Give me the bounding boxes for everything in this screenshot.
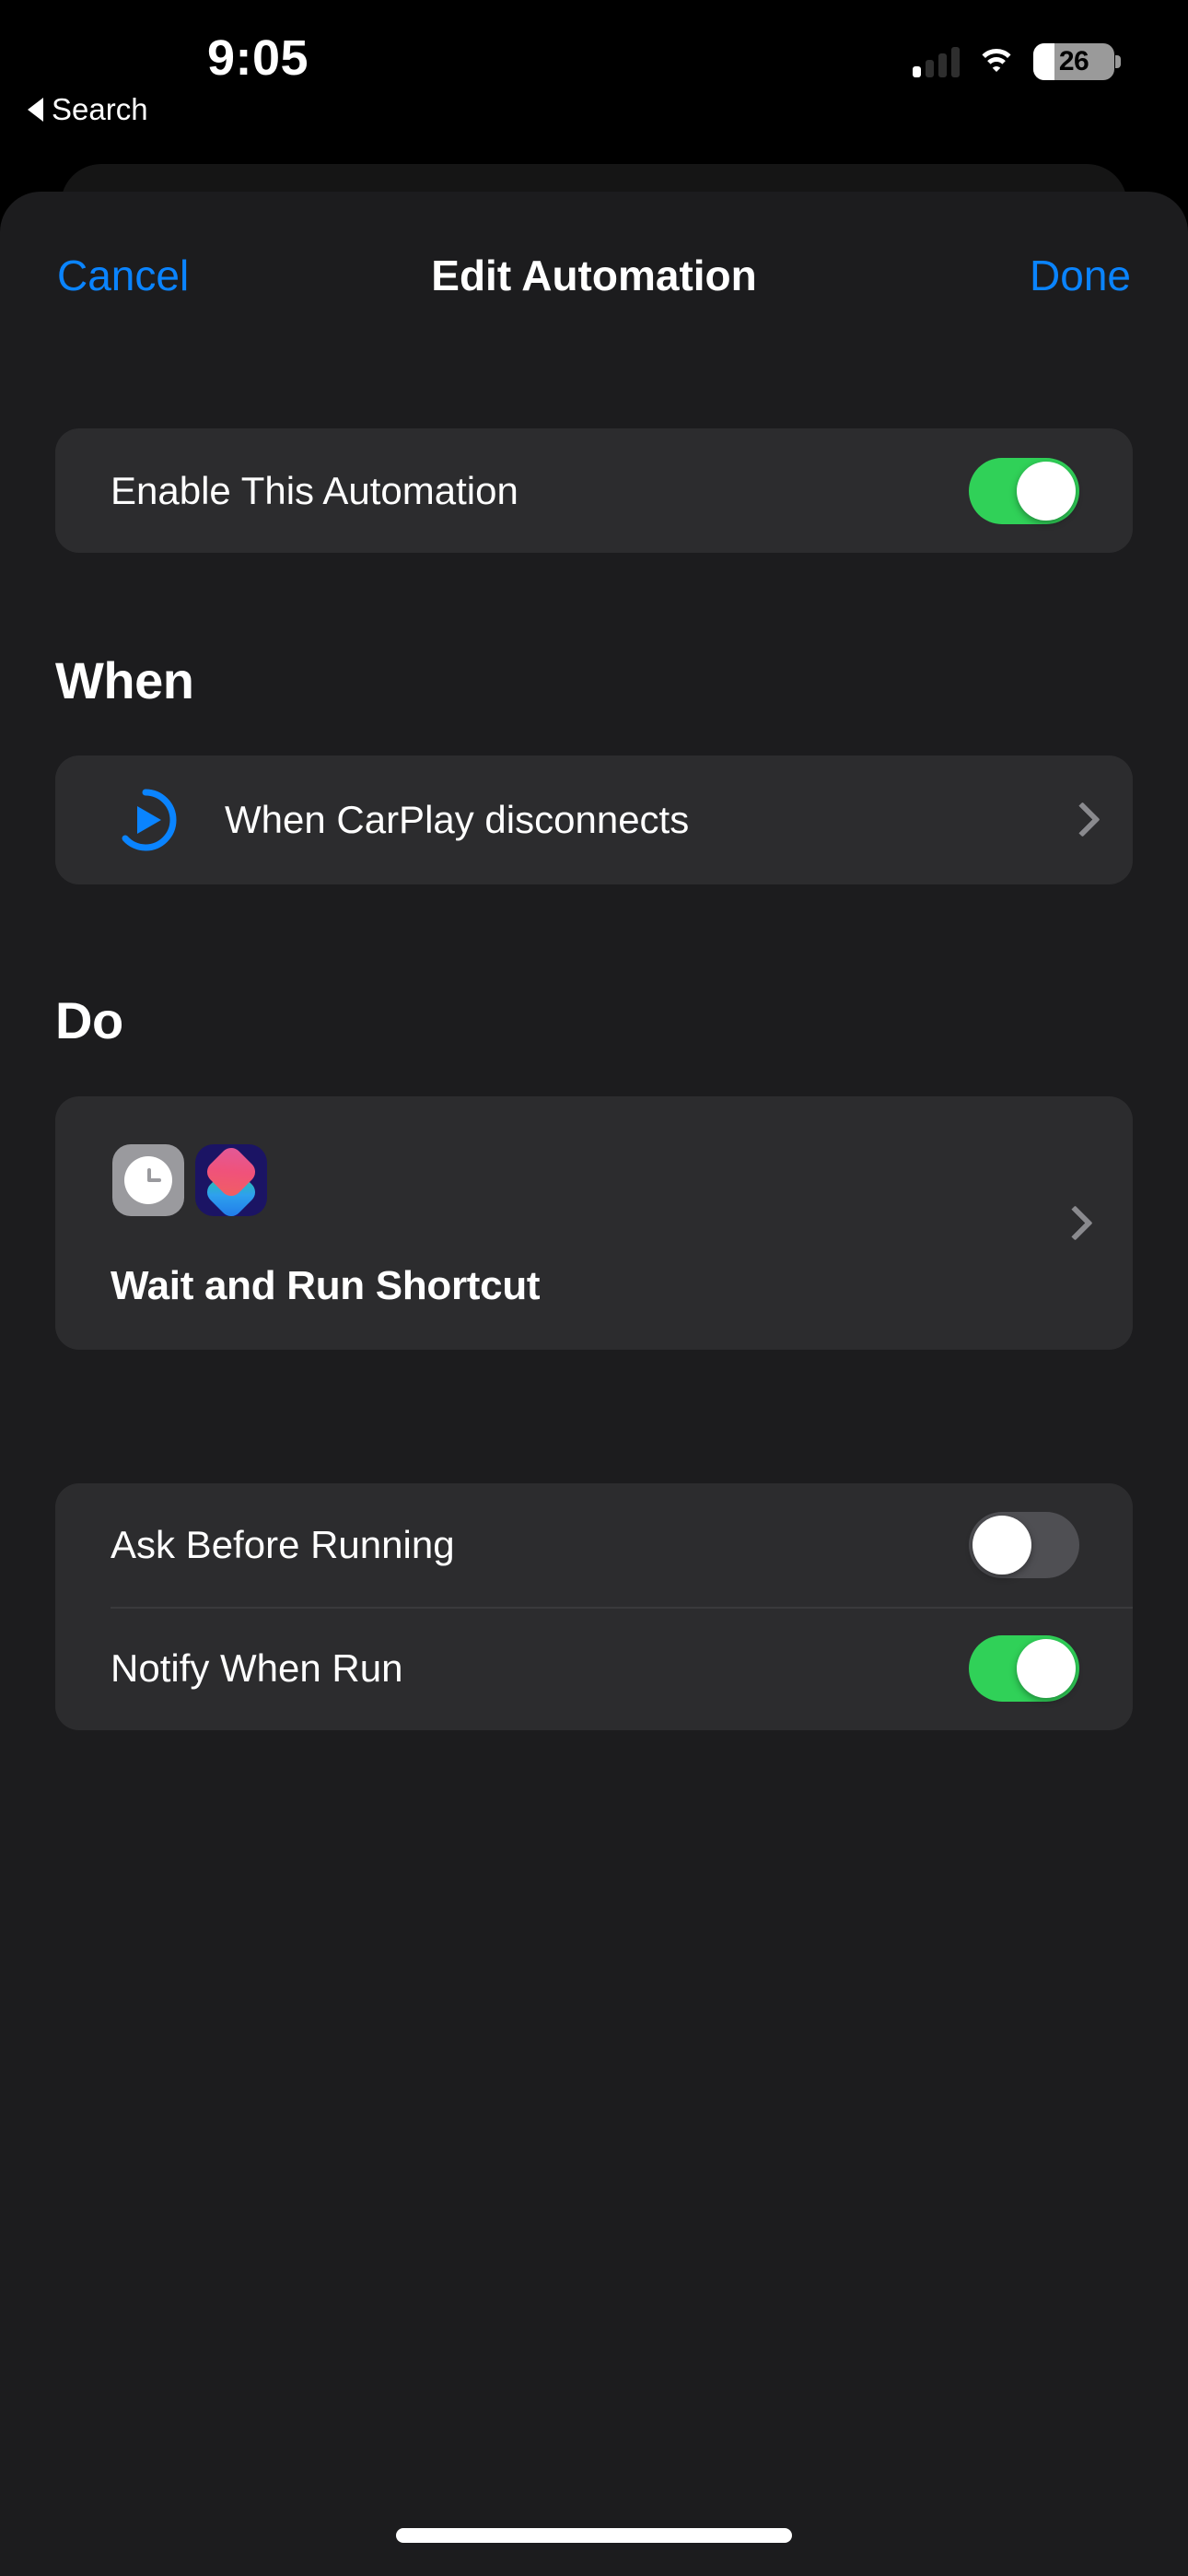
clock-icon (112, 1144, 184, 1216)
back-triangle-icon (28, 98, 43, 122)
carplay-trigger-row[interactable]: When CarPlay disconnects (55, 755, 1133, 884)
carplay-trigger-label: When CarPlay disconnects (225, 798, 690, 841)
enable-automation-card: Enable This Automation (55, 428, 1133, 553)
when-section-heading: When (55, 651, 194, 709)
home-indicator[interactable] (396, 2528, 792, 2543)
back-to-search-label: Search (52, 92, 148, 126)
enable-automation-label: Enable This Automation (111, 468, 518, 512)
notify-when-run-label: Notify When Run (111, 1646, 403, 1690)
when-trigger-card[interactable]: When CarPlay disconnects (55, 755, 1133, 884)
carplay-trigger-icon (112, 787, 179, 853)
chevron-right-icon (1061, 1205, 1081, 1242)
navigation-bar: Cancel Edit Automation Done (0, 230, 1188, 332)
back-to-search-button[interactable]: Search (28, 92, 148, 127)
options-card: Ask Before Running Notify When Run (55, 1483, 1133, 1730)
battery-percent-label: 26 (1058, 46, 1089, 76)
battery-icon: 26 (1033, 43, 1121, 80)
ask-before-running-row[interactable]: Ask Before Running (55, 1483, 1133, 1607)
page-title: Edit Automation (431, 252, 757, 299)
do-section-heading: Do (55, 991, 123, 1049)
status-bar-time: 9:05 (206, 30, 309, 86)
chevron-right-icon (1068, 802, 1089, 838)
action-card[interactable]: Wait and Run Shortcut (55, 1096, 1133, 1350)
wifi-icon (976, 47, 1017, 76)
action-title: Wait and Run Shortcut (111, 1263, 541, 1308)
done-button[interactable]: Done (1030, 251, 1131, 300)
notify-when-run-row[interactable]: Notify When Run (55, 1607, 1133, 1730)
cellular-signal-icon (913, 46, 960, 77)
ask-before-running-toggle[interactable] (969, 1512, 1079, 1578)
action-icon-group (112, 1144, 267, 1216)
shortcuts-app-icon (195, 1144, 267, 1216)
status-bar: 9:05 26 (0, 0, 1188, 100)
ask-before-running-label: Ask Before Running (111, 1523, 455, 1566)
status-bar-indicators: 26 (913, 43, 1121, 80)
enable-automation-toggle[interactable] (969, 457, 1079, 524)
notify-when-run-toggle[interactable] (969, 1635, 1079, 1702)
enable-automation-row[interactable]: Enable This Automation (55, 428, 1133, 553)
